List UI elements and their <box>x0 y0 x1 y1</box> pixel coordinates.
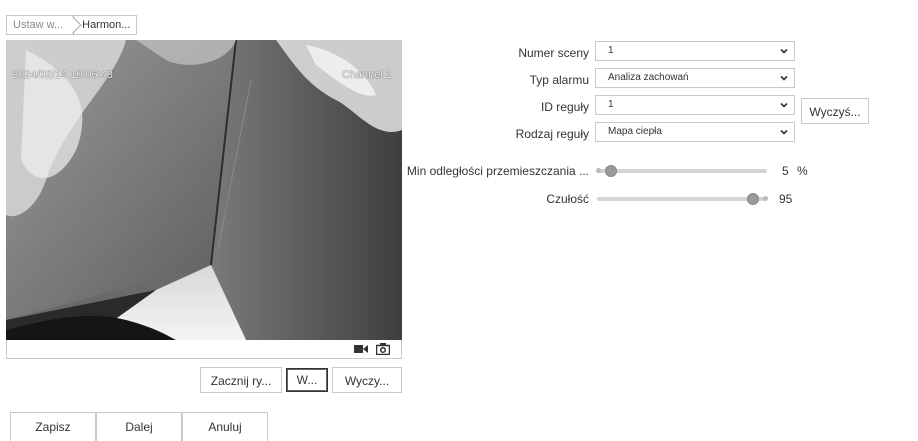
video-channel-label: Channel 1 <box>341 69 392 81</box>
rule-kind-select[interactable]: Mapa ciepła <box>595 122 795 142</box>
alarm-type-label: Typ alarmu <box>529 73 589 87</box>
clear-rule-button[interactable]: Wyczyś... <box>801 98 869 124</box>
rule-kind-value: Mapa ciepła <box>608 126 662 137</box>
min-distance-slider[interactable] <box>596 165 767 177</box>
video-timestamp: 2024/02/14 10:06:43 <box>12 69 113 81</box>
scene-number-label: Numer sceny <box>518 46 589 60</box>
chevron-down-icon <box>780 102 788 108</box>
video-camera-icon[interactable] <box>354 343 368 355</box>
rule-kind-label: Rodzaj reguły <box>515 127 589 141</box>
tab-schedule[interactable]: Harmon... <box>73 15 138 35</box>
slider-thumb[interactable] <box>605 165 617 177</box>
chevron-down-icon <box>780 75 788 81</box>
rule-id-value: 1 <box>608 99 614 110</box>
min-distance-value: 5 <box>782 164 789 178</box>
slider-end-dot <box>763 196 768 201</box>
video-toolbar <box>6 340 402 359</box>
next-button[interactable]: Dalej <box>96 412 182 441</box>
video-preview[interactable]: 2024/02/14 10:06:43 Channel 1 <box>6 40 402 340</box>
sensitivity-slider[interactable] <box>597 193 768 205</box>
chevron-down-icon <box>780 48 788 54</box>
rule-id-label: ID reguły <box>540 100 589 114</box>
camera-image <box>6 40 402 340</box>
tab-bar: Ustaw w... Harmon... <box>6 15 138 35</box>
slider-start-dot <box>596 168 601 173</box>
clear-drawing-button[interactable]: Wyczy... <box>332 367 402 393</box>
slider-track <box>597 169 767 173</box>
start-drawing-button[interactable]: Zacznij ry... <box>200 367 282 393</box>
min-distance-label: Min odległości przemieszczania ... <box>406 164 589 178</box>
tab-settings[interactable]: Ustaw w... <box>6 15 74 35</box>
scene-number-value: 1 <box>608 45 614 56</box>
slider-thumb[interactable] <box>747 193 759 205</box>
save-button[interactable]: Zapisz <box>10 412 96 441</box>
rule-id-select[interactable]: 1 <box>595 95 795 115</box>
alarm-type-value: Analiza zachowań <box>608 72 689 83</box>
alarm-type-select[interactable]: Analiza zachowań <box>595 68 795 88</box>
camera-icon[interactable] <box>376 343 390 355</box>
sensitivity-label: Czułość <box>546 192 589 206</box>
stop-drawing-button[interactable]: W... <box>286 368 328 392</box>
min-distance-unit: % <box>797 164 808 178</box>
slider-track <box>597 197 767 201</box>
scene-number-select[interactable]: 1 <box>595 41 795 61</box>
cancel-button[interactable]: Anuluj <box>182 412 268 441</box>
sensitivity-value: 95 <box>779 192 793 206</box>
chevron-down-icon <box>780 129 788 135</box>
